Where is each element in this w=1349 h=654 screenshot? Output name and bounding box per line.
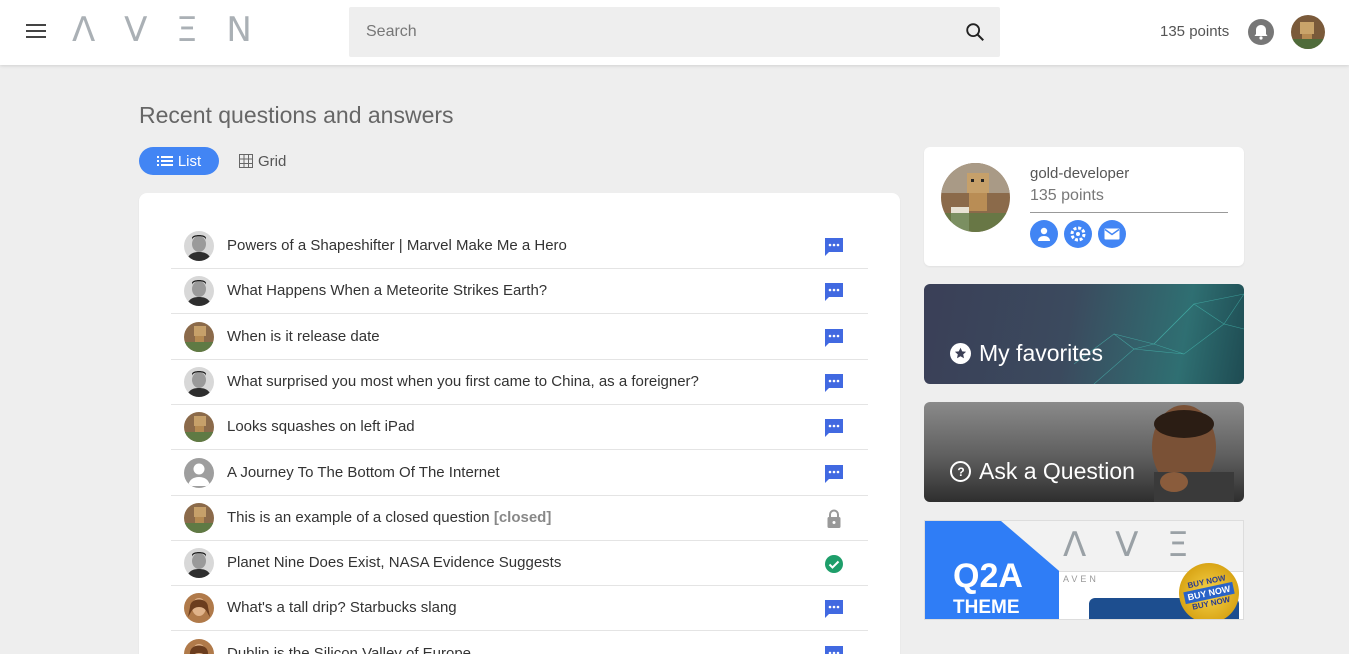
question-icon: ? (950, 461, 971, 482)
grid-icon (239, 154, 253, 168)
question-title-text: When is it release date (227, 327, 380, 345)
my-favorites-card[interactable]: My favorites (924, 284, 1244, 384)
user-avatar[interactable] (1291, 15, 1325, 49)
list-view-label: List (177, 152, 202, 170)
question-row[interactable]: This is an example of a closed question … (171, 496, 868, 541)
user-card-points: 135 points (1030, 187, 1104, 204)
grid-view-button[interactable]: Grid (239, 147, 299, 175)
question-row[interactable]: When is it release date (171, 315, 868, 360)
question-row[interactable]: Looks squashes on left iPad (171, 405, 868, 451)
ask-question-card[interactable]: ? Ask a Question (924, 402, 1244, 502)
question-title[interactable]: This is an example of a closed question … (227, 509, 551, 526)
question-author-avatar[interactable] (184, 276, 214, 307)
page-title: Recent questions and answers (139, 102, 454, 128)
settings-button[interactable] (1064, 220, 1092, 248)
user-card: gold-developer 135 points (924, 147, 1244, 266)
question-author-avatar[interactable] (184, 366, 214, 397)
decorative-network-graphic (1074, 293, 1244, 384)
question-row[interactable]: What surprised you most when you first c… (171, 360, 868, 405)
banner-q2a-text: Q2A (953, 557, 1023, 595)
my-favorites-text: My favorites (979, 340, 1103, 366)
q2a-theme-banner[interactable]: Q2A THEME Λ V Ξ N AVEN BUY NOW BUY NOW B… (924, 520, 1244, 620)
question-row[interactable]: Planet Nine Does Exist, NASA Evidence Su… (171, 541, 868, 587)
answer-icon (823, 327, 845, 349)
site-logo[interactable]: Λ V Ξ N (72, 10, 261, 50)
question-title[interactable]: When is it release date (227, 328, 380, 345)
question-author-avatar[interactable] (184, 502, 214, 533)
question-title[interactable]: What surprised you most when you first c… (227, 373, 699, 390)
answer-icon (823, 463, 845, 485)
star-icon (950, 343, 971, 364)
ask-question-label: ? Ask a Question (950, 458, 1135, 485)
question-author-avatar[interactable] (184, 638, 214, 654)
search-bar (349, 7, 1000, 57)
list-view-button[interactable]: List (139, 147, 219, 175)
menu-icon[interactable] (22, 20, 50, 44)
question-title[interactable]: Powers of a Shapeshifter | Marvel Make M… (227, 237, 567, 254)
question-title[interactable]: A Journey To The Bottom Of The Internet (227, 464, 500, 481)
question-author-avatar[interactable] (184, 321, 214, 352)
notifications-bell-icon[interactable] (1248, 19, 1274, 45)
question-title-text: Dublin is the Silicon Valley of Europe (227, 644, 472, 654)
profile-button[interactable] (1030, 220, 1058, 248)
question-author-avatar[interactable] (184, 412, 214, 443)
question-row[interactable]: Dublin is the Silicon Valley of Europe (171, 632, 868, 654)
divider (1030, 212, 1228, 213)
banner-mock-logo: AVEN (1063, 574, 1099, 584)
user-card-avatar[interactable] (941, 163, 1010, 232)
answer-icon (823, 417, 845, 439)
question-row[interactable]: A Journey To The Bottom Of The Internet (171, 451, 868, 496)
gear-icon (1070, 226, 1086, 242)
question-list: Powers of a Shapeshifter | Marvel Make M… (139, 193, 900, 654)
question-title[interactable]: What's a tall drip? Starbucks slang (227, 599, 457, 616)
question-author-avatar[interactable] (184, 548, 214, 579)
question-title[interactable]: Looks squashes on left iPad (227, 418, 415, 435)
banner-theme-text: THEME (953, 597, 1020, 618)
question-title[interactable]: Dublin is the Silicon Valley of Europe (227, 645, 471, 654)
top-bar: Λ V Ξ N 135 points (0, 0, 1349, 65)
svg-text:?: ? (957, 465, 964, 478)
answer-icon (823, 236, 845, 258)
answer-icon (823, 372, 845, 394)
question-title-text: Looks squashes on left iPad (227, 418, 415, 436)
question-title-text: What Happens When a Meteorite Strikes Ea… (227, 282, 548, 300)
question-title-text: This is an example of a closed question (227, 508, 490, 526)
check-icon (823, 553, 845, 575)
question-row[interactable]: What Happens When a Meteorite Strikes Ea… (171, 269, 868, 315)
grid-view-label: Grid (258, 152, 287, 170)
question-title-text: A Journey To The Bottom Of The Internet (227, 463, 500, 481)
search-input[interactable] (349, 7, 949, 57)
user-points: 135 points (1160, 23, 1230, 40)
lock-icon (823, 508, 845, 530)
question-title[interactable]: Planet Nine Does Exist, NASA Evidence Su… (227, 554, 561, 571)
mail-icon (1104, 228, 1120, 240)
messages-button[interactable] (1098, 220, 1126, 248)
question-title[interactable]: What Happens When a Meteorite Strikes Ea… (227, 282, 547, 299)
search-icon[interactable] (964, 21, 986, 43)
thinking-man-image (1152, 405, 1234, 502)
answer-icon (823, 281, 845, 303)
question-author-avatar[interactable] (184, 457, 214, 488)
question-author-avatar[interactable] (184, 231, 214, 261)
answer-icon (823, 644, 845, 654)
question-title-text: What's a tall drip? Starbucks slang (227, 599, 457, 617)
my-favorites-label: My favorites (950, 340, 1103, 367)
ask-question-text: Ask a Question (979, 458, 1135, 484)
question-title-text: Powers of a Shapeshifter | Marvel Make M… (227, 237, 567, 254)
username[interactable]: gold-developer (1030, 165, 1129, 182)
question-title-text: What surprised you most when you first c… (227, 372, 699, 390)
answer-icon (823, 598, 845, 620)
list-icon (156, 156, 173, 166)
question-row[interactable]: Powers of a Shapeshifter | Marvel Make M… (171, 224, 868, 269)
closed-tag: [closed] (493, 508, 552, 526)
question-title-text: Planet Nine Does Exist, NASA Evidence Su… (227, 554, 562, 572)
question-author-avatar[interactable] (184, 593, 214, 624)
question-row[interactable]: What's a tall drip? Starbucks slang (171, 586, 868, 632)
person-icon (1038, 227, 1050, 241)
